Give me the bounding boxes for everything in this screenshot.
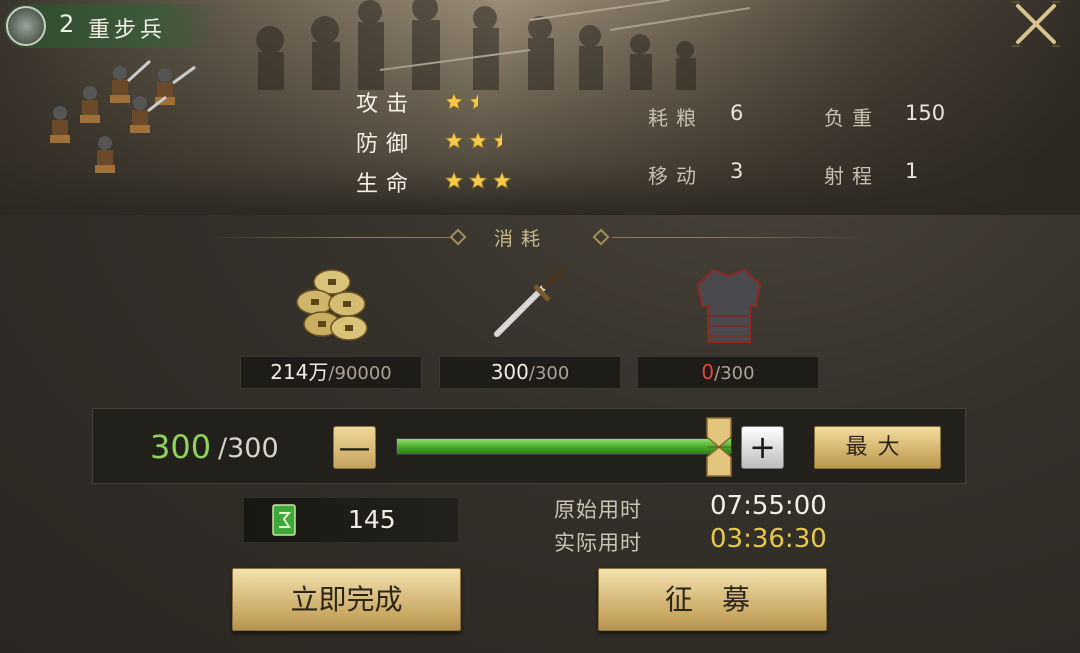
- food-cost-value: 6: [730, 101, 744, 125]
- load-label: 负重: [824, 106, 880, 130]
- defense-rating-stars: [444, 131, 502, 150]
- coins-need: /90000: [328, 363, 392, 384]
- stat-label-attack: 攻击: [356, 92, 417, 117]
- unit-title-badge: 2 重步兵: [4, 4, 219, 48]
- coins-cost-box: 214万/90000: [240, 356, 422, 389]
- quantity-slider-track[interactable]: [396, 438, 732, 455]
- divider-ornament-left: [449, 228, 467, 246]
- health-rating-stars: [444, 171, 512, 190]
- consume-title: 消耗: [494, 228, 549, 250]
- divider-ornament-right: [592, 228, 610, 246]
- army-illustration: [256, 0, 751, 90]
- load-value: 150: [905, 101, 946, 125]
- star-icon: [468, 131, 488, 150]
- armor-have: 0: [701, 360, 715, 384]
- star-icon: [444, 92, 464, 111]
- unit-level: 2: [59, 10, 75, 38]
- recruit-button[interactable]: 征 募: [598, 568, 827, 631]
- divider-right: [612, 237, 862, 238]
- recruit-dialog: 2 重步兵 攻击 防御 生命 耗粮 6 负重 150 移动 3 射程 1 消耗 …: [0, 0, 1080, 653]
- original-time-label: 原始用时: [554, 498, 642, 522]
- sword-need: /300: [528, 363, 570, 384]
- move-label: 移动: [648, 164, 704, 188]
- stat-label-health: 生命: [356, 172, 417, 197]
- range-label: 射程: [824, 164, 880, 188]
- speedup-token-icon: [272, 504, 296, 536]
- star-icon: [444, 131, 464, 150]
- attack-rating-stars: [444, 92, 478, 111]
- range-value: 1: [905, 159, 919, 183]
- half-star-icon: [492, 131, 502, 150]
- star-icon: [492, 171, 512, 190]
- instant-complete-button[interactable]: 立即完成: [232, 568, 461, 631]
- half-star-icon: [468, 92, 478, 111]
- divider-left: [210, 237, 450, 238]
- armor-cost-box: 0/300: [637, 356, 819, 389]
- coins-icon: [296, 269, 368, 341]
- quantity-current: 300: [150, 428, 212, 466]
- food-cost-label: 耗粮: [648, 106, 704, 130]
- sword-icon: [494, 267, 566, 337]
- sword-cost-box: 300/300: [439, 356, 621, 389]
- quantity-slider-fill: [397, 439, 731, 454]
- move-value: 3: [730, 159, 744, 183]
- original-time-value: 07:55:00: [710, 491, 827, 521]
- armor-icon: [696, 268, 762, 343]
- infantry-emblem-icon: [6, 6, 46, 46]
- max-button[interactable]: 最大: [814, 426, 941, 469]
- star-icon: [444, 171, 464, 190]
- armor-need: /300: [714, 363, 755, 384]
- close-icon[interactable]: [1010, 0, 1062, 48]
- quantity-slider-handle[interactable]: [706, 417, 732, 477]
- unit-name: 重步兵: [88, 18, 167, 43]
- heavy-infantry-portrait: [50, 59, 196, 173]
- increase-button[interactable]: +: [741, 426, 784, 469]
- stat-label-defense: 防御: [356, 132, 417, 157]
- actual-time-label: 实际用时: [554, 531, 642, 555]
- sword-have: 300: [490, 360, 529, 384]
- speedup-token-count: 145: [348, 505, 396, 534]
- actual-time-value: 03:36:30: [710, 524, 827, 554]
- star-icon: [468, 171, 488, 190]
- coins-have: 214万: [270, 360, 329, 384]
- decrease-button[interactable]: —: [333, 426, 376, 469]
- quantity-max: /300: [218, 433, 279, 464]
